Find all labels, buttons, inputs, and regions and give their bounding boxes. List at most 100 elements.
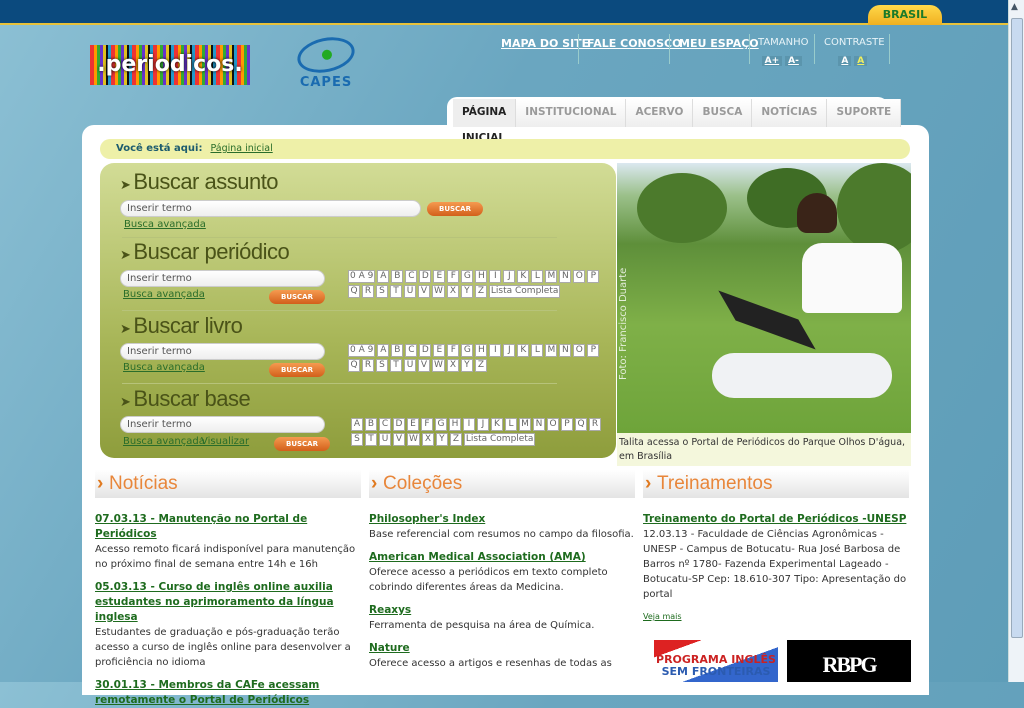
tab-institucional[interactable]: INSTITUCIONAL: [516, 99, 627, 127]
letter-index-button[interactable]: F: [447, 344, 460, 357]
letter-index-button[interactable]: X: [421, 433, 434, 446]
letter-index-button[interactable]: F: [421, 418, 433, 431]
letter-index-button[interactable]: B: [365, 418, 377, 431]
news-link[interactable]: 30.01.13 - Membros da CAFe acessam remot…: [95, 678, 361, 708]
book-search-input[interactable]: Inserir termo: [120, 343, 325, 360]
scroll-up-icon[interactable]: ▲: [1011, 2, 1018, 12]
news-link[interactable]: 05.03.13 - Curso de inglês online auxili…: [95, 580, 361, 625]
letter-index-button[interactable]: G: [435, 418, 447, 431]
letter-index-button[interactable]: N: [559, 270, 572, 283]
subject-search-button[interactable]: BUSCAR: [427, 202, 483, 216]
letter-index-button[interactable]: O: [573, 344, 586, 357]
training-link[interactable]: Treinamento do Portal de Periódicos -UNE…: [643, 512, 909, 527]
letter-index-button[interactable]: T: [390, 285, 402, 298]
high-contrast-button[interactable]: A: [854, 56, 868, 66]
letter-index-button[interactable]: I: [489, 344, 502, 357]
letter-index-button[interactable]: U: [379, 433, 391, 446]
scrollbar[interactable]: ▲: [1008, 0, 1024, 682]
letter-index-button[interactable]: W: [407, 433, 420, 446]
periodicos-logo[interactable]: .periodicos.: [90, 45, 250, 85]
letter-index-button[interactable]: S: [376, 359, 388, 372]
letter-index-button[interactable]: E: [407, 418, 419, 431]
letter-index-button[interactable]: Z: [449, 433, 462, 446]
letter-index-button[interactable]: H: [475, 344, 488, 357]
scrollbar-thumb[interactable]: [1011, 18, 1023, 638]
letter-index-button[interactable]: S: [351, 433, 363, 446]
journal-search-button[interactable]: BUSCAR: [269, 290, 325, 304]
letter-index-button[interactable]: M: [545, 344, 558, 357]
letter-index-button[interactable]: G: [461, 344, 474, 357]
letter-index-button[interactable]: Z: [474, 285, 487, 298]
letter-index-button[interactable]: W: [432, 359, 445, 372]
letter-index-button[interactable]: A: [351, 418, 363, 431]
letter-index-button[interactable]: V: [418, 285, 430, 298]
decrease-font-button[interactable]: A-: [785, 56, 802, 66]
letter-index-button[interactable]: B: [391, 270, 404, 283]
letter-index-button[interactable]: W: [432, 285, 445, 298]
tab-pagina-inicial[interactable]: PÁGINA INICIAL: [453, 99, 517, 144]
letter-index-button[interactable]: I: [489, 270, 502, 283]
letter-index-button[interactable]: X: [446, 359, 459, 372]
letter-index-button[interactable]: E: [433, 344, 446, 357]
ingles-sem-fronteiras-banner[interactable]: PROGRAMA INGLÊS SEM FRONTEIRAS: [654, 640, 778, 682]
letter-index-button[interactable]: O: [547, 418, 559, 431]
letter-index-button[interactable]: K: [517, 270, 530, 283]
letter-index-button[interactable]: I: [463, 418, 475, 431]
letter-index-button[interactable]: C: [405, 270, 418, 283]
database-search-input[interactable]: Inserir termo: [120, 416, 325, 433]
letter-index-button[interactable]: R: [589, 418, 601, 431]
database-advanced-search-link[interactable]: Busca avançada: [123, 436, 205, 447]
letter-index-button[interactable]: P: [587, 270, 600, 283]
news-link[interactable]: 07.03.13 - Manutenção no Portal de Perió…: [95, 512, 361, 542]
letter-index-button[interactable]: R: [362, 359, 374, 372]
letter-index-button[interactable]: J: [503, 270, 516, 283]
letter-index-button[interactable]: G: [461, 270, 474, 283]
site-map-link[interactable]: MAPA DO SITE: [501, 37, 589, 50]
letter-index-button[interactable]: 0 A 9: [348, 344, 376, 357]
database-view-link[interactable]: Visualizar: [201, 436, 249, 447]
subject-search-input[interactable]: Inserir termo: [120, 200, 421, 217]
tab-noticias[interactable]: NOTÍCIAS: [752, 99, 828, 127]
letter-index-button[interactable]: C: [405, 344, 418, 357]
brasil-badge[interactable]: BRASIL: [868, 5, 942, 25]
letter-index-button[interactable]: H: [475, 270, 488, 283]
letter-index-button[interactable]: J: [477, 418, 489, 431]
letter-index-button[interactable]: U: [404, 359, 416, 372]
letter-index-button[interactable]: P: [587, 344, 600, 357]
letter-index-button[interactable]: V: [393, 433, 405, 446]
letter-index-button[interactable]: K: [517, 344, 530, 357]
letter-index-button[interactable]: P: [561, 418, 573, 431]
letter-index-button[interactable]: Lista Completa: [488, 285, 561, 298]
letter-index-button[interactable]: S: [376, 285, 388, 298]
capes-logo[interactable]: CAPES: [294, 32, 358, 98]
letter-index-button[interactable]: D: [393, 418, 405, 431]
letter-index-button[interactable]: F: [447, 270, 460, 283]
letter-index-button[interactable]: O: [573, 270, 586, 283]
letter-index-button[interactable]: Q: [575, 418, 587, 431]
letter-index-button[interactable]: T: [365, 433, 377, 446]
increase-font-button[interactable]: A+: [761, 56, 783, 66]
journal-search-input[interactable]: Inserir termo: [120, 270, 325, 287]
letter-index-button[interactable]: D: [419, 270, 432, 283]
tab-busca[interactable]: BUSCA: [693, 99, 753, 127]
see-more-link[interactable]: Veja mais: [643, 612, 909, 621]
letter-index-button[interactable]: N: [533, 418, 545, 431]
breadcrumb-home-link[interactable]: Página inicial: [210, 143, 272, 154]
letter-index-button[interactable]: V: [418, 359, 430, 372]
letter-index-button[interactable]: L: [505, 418, 517, 431]
letter-index-button[interactable]: L: [531, 344, 544, 357]
tab-suporte[interactable]: SUPORTE: [827, 99, 902, 127]
my-space-link[interactable]: MEU ESPAÇO: [679, 37, 759, 50]
subject-advanced-search-link[interactable]: Busca avançada: [124, 219, 206, 230]
collection-link[interactable]: American Medical Association (AMA): [369, 550, 635, 565]
letter-index-button[interactable]: J: [503, 344, 516, 357]
collection-link[interactable]: Reaxys: [369, 603, 635, 618]
letter-index-button[interactable]: Q: [348, 359, 360, 372]
letter-index-button[interactable]: Y: [460, 285, 473, 298]
letter-index-button[interactable]: H: [449, 418, 461, 431]
letter-index-button[interactable]: M: [519, 418, 531, 431]
letter-index-button[interactable]: Y: [435, 433, 448, 446]
normal-contrast-button[interactable]: A: [838, 56, 852, 66]
letter-index-button[interactable]: L: [531, 270, 544, 283]
collection-link[interactable]: Nature: [369, 641, 635, 656]
